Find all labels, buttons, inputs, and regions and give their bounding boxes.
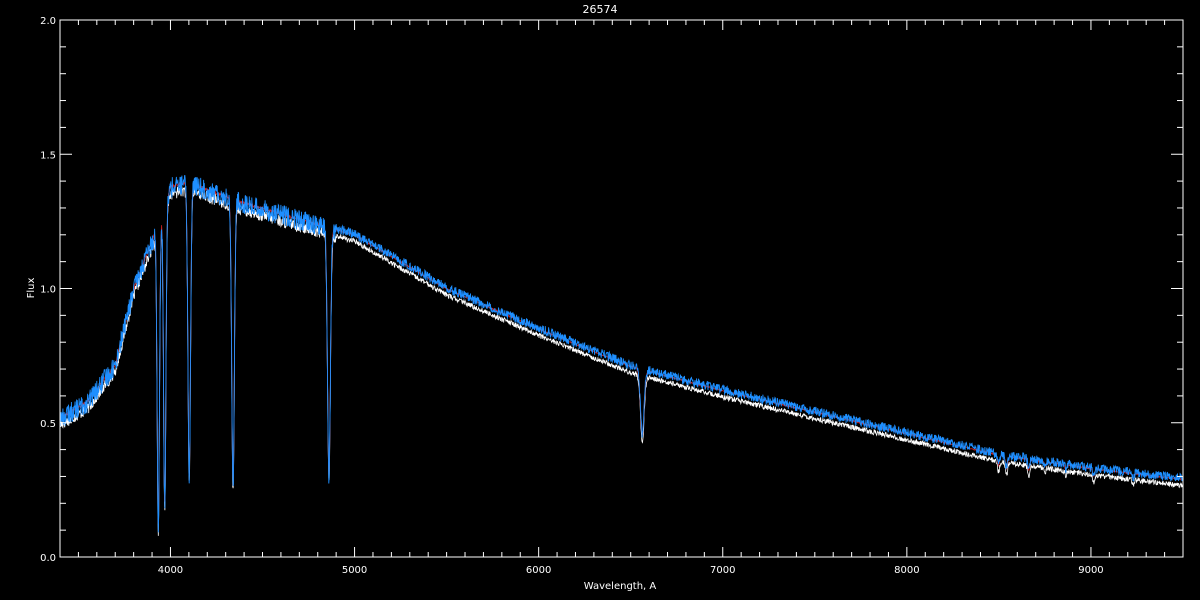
y-tick-label: 0.5 [40,419,56,430]
x-tick-label: 5000 [342,565,367,576]
x-tick-label: 8000 [894,565,919,576]
x-tick-label: 9000 [1078,565,1103,576]
y-axis-label: Flux [26,278,37,299]
y-tick-label: 1.5 [40,150,56,161]
chart-background [0,0,1200,600]
chart-title: 26574 [583,3,618,16]
spectrum-chart: 26574 4000 5000 6000 7000 8000 9000 0.0 0.5 1.0 1… [0,0,1200,600]
y-tick-label: 1.0 [40,285,56,296]
x-tick-label: 7000 [710,565,735,576]
x-tick-label: 4000 [158,565,183,576]
x-tick-label: 6000 [526,565,551,576]
y-tick-label: 0.0 [40,553,56,564]
x-axis-label: Wavelength, A [584,581,657,592]
y-tick-label: 2.0 [40,16,56,27]
